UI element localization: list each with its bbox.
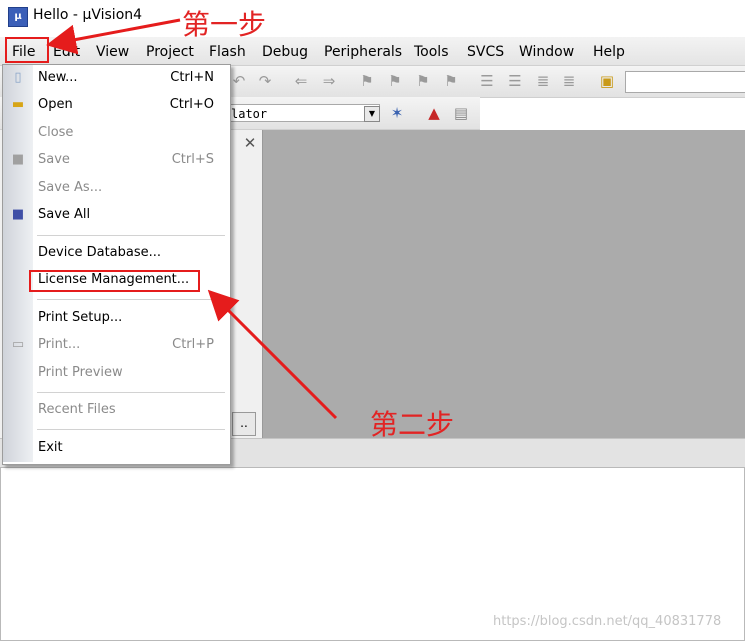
menu-item-close[interactable]: Close: [38, 123, 218, 143]
menu-project[interactable]: Project: [146, 44, 194, 60]
menu-flash[interactable]: Flash: [209, 44, 246, 60]
menu-item-save-all[interactable]: Save All: [38, 205, 218, 225]
bookmark-icon[interactable]: ⚑: [358, 72, 376, 90]
step2-annotation: 第二步: [370, 408, 455, 441]
bookmark-prev-icon[interactable]: ⚑: [386, 72, 404, 90]
find-in-files-icon[interactable]: ▣: [598, 72, 616, 90]
chevron-down-icon[interactable]: ▼: [364, 106, 380, 122]
step1-annotation: 第一步: [182, 8, 267, 41]
menu-item-recent-files[interactable]: Recent Files: [38, 400, 218, 420]
comment-icon[interactable]: ≣: [534, 72, 552, 90]
new-file-icon: ▯: [14, 70, 22, 85]
window-title: Hello - µVision4: [33, 7, 143, 23]
close-icon[interactable]: ✕: [241, 134, 259, 152]
menu-separator: [37, 235, 225, 236]
menu-icon-gutter: [3, 65, 33, 462]
editor-area: [232, 130, 745, 438]
menu-item-open[interactable]: Open Ctrl+O: [38, 95, 218, 115]
navigate-back-icon[interactable]: ⇐: [292, 72, 310, 90]
menu-debug[interactable]: Debug: [262, 44, 308, 60]
bookmark-next-icon[interactable]: ⚑: [414, 72, 432, 90]
menu-edit[interactable]: Edit: [53, 44, 80, 60]
menu-svcs[interactable]: SVCS: [467, 44, 504, 60]
menu-help[interactable]: Help: [593, 44, 625, 60]
menu-peripherals[interactable]: Peripherals: [324, 44, 402, 60]
pane-tab-overflow[interactable]: ..: [232, 412, 256, 436]
navigate-forward-icon[interactable]: ⇒: [320, 72, 338, 90]
bookmark-clear-icon[interactable]: ⚑: [442, 72, 460, 90]
menu-separator: [37, 392, 225, 393]
undo-icon[interactable]: ↶: [230, 72, 248, 90]
uvision-app-icon[interactable]: µ: [8, 7, 28, 27]
menu-separator: [37, 429, 225, 430]
menu-view[interactable]: View: [96, 44, 129, 60]
menu-item-exit[interactable]: Exit: [38, 438, 218, 458]
unindent-icon[interactable]: ☰: [506, 72, 524, 90]
menu-item-print-preview[interactable]: Print Preview: [38, 363, 218, 383]
menu-item-save[interactable]: Save Ctrl+S: [38, 150, 218, 170]
uncomment-icon[interactable]: ≣: [560, 72, 578, 90]
redo-icon[interactable]: ↷: [256, 72, 274, 90]
menu-item-print[interactable]: Print... Ctrl+P: [38, 335, 218, 355]
file-menu-highlight-box: [5, 37, 49, 63]
menu-tools[interactable]: Tools: [414, 44, 449, 60]
menu-item-save-as[interactable]: Save As...: [38, 178, 218, 198]
watermark: https://blog.csdn.net/qq_40831778: [493, 614, 722, 629]
menu-separator: [37, 299, 225, 300]
license-management-highlight-box: [29, 270, 200, 292]
menu-window[interactable]: Window: [519, 44, 574, 60]
find-input[interactable]: [625, 71, 745, 93]
print-icon: ▭: [11, 337, 25, 352]
target-options-icon[interactable]: ✶: [388, 104, 406, 122]
menu-item-print-setup[interactable]: Print Setup...: [38, 308, 218, 328]
manage-books-icon[interactable]: ▤: [452, 104, 470, 122]
open-folder-icon: ▬: [11, 97, 25, 112]
manage-components-icon[interactable]: ▲: [425, 104, 443, 122]
indent-icon[interactable]: ☰: [478, 72, 496, 90]
menu-item-device-database[interactable]: Device Database...: [38, 243, 218, 263]
save-icon: ■: [11, 152, 25, 167]
menu-item-new[interactable]: New... Ctrl+N: [38, 68, 218, 88]
menu-bar: File Edit View Project Flash Debug Perip…: [0, 37, 745, 66]
save-all-icon: ■: [11, 207, 25, 222]
